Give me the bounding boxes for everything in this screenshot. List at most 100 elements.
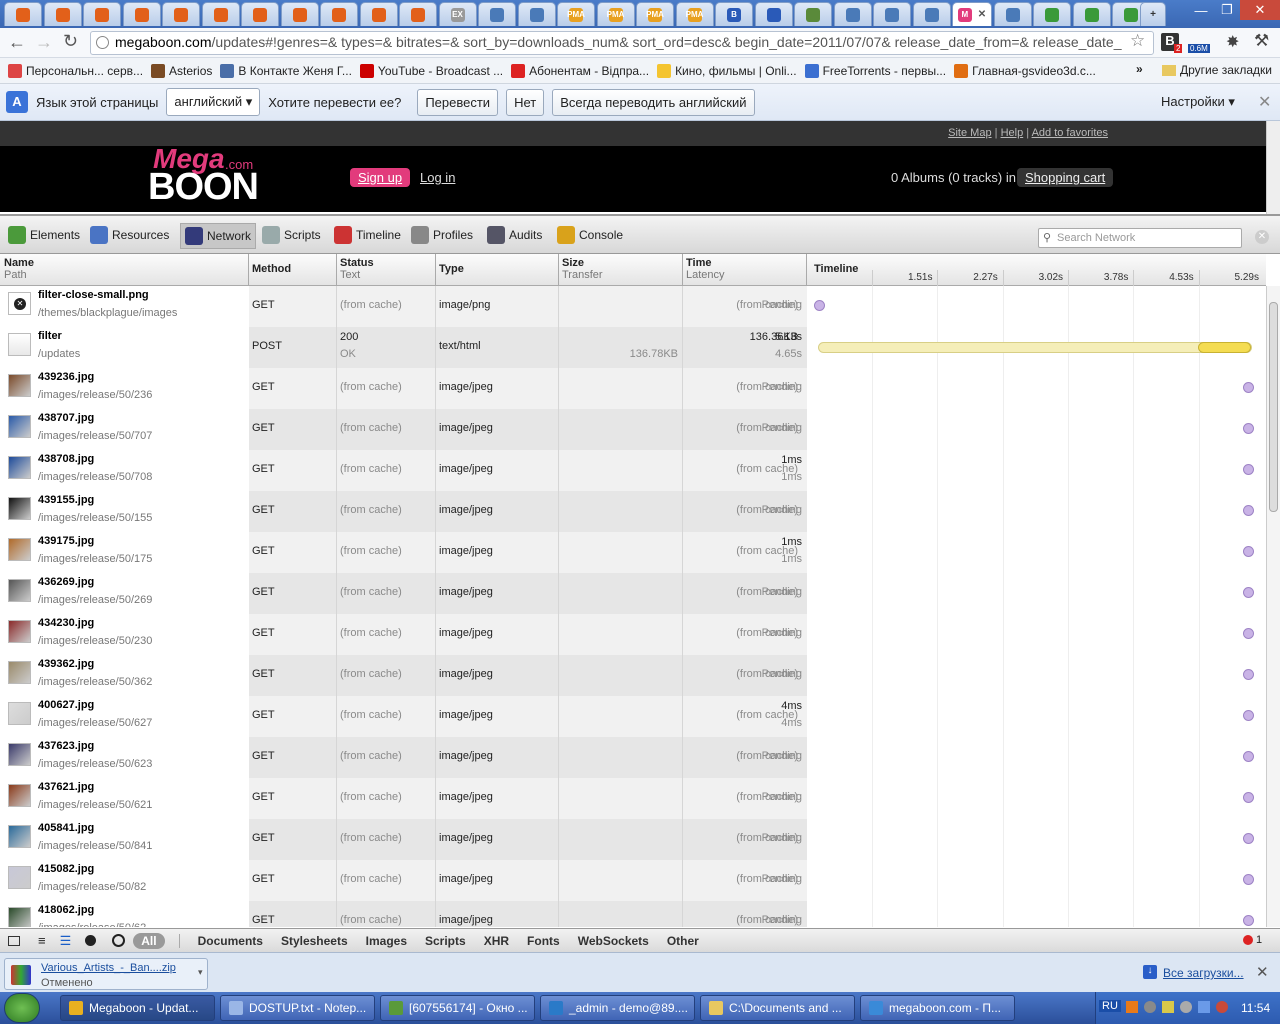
tab[interactable]: PMA: [675, 2, 714, 26]
site-link[interactable]: Help: [1001, 127, 1024, 139]
network-row[interactable]: 437623.jpg/images/release/50/623 GET (from…: [0, 737, 1266, 778]
tab[interactable]: [517, 2, 556, 26]
filter-other[interactable]: Other: [667, 934, 699, 948]
tab[interactable]: [4, 2, 42, 26]
column-method-header[interactable]: Method: [252, 263, 291, 275]
minimize-icon[interactable]: —: [1188, 0, 1214, 20]
large-rows-icon[interactable]: ☰: [60, 933, 72, 949]
tray-media-icon[interactable]: [1126, 1001, 1138, 1013]
restore-icon[interactable]: ❐: [1214, 0, 1240, 20]
tab[interactable]: [201, 2, 240, 26]
name-cell[interactable]: 439362.jpg/images/release/50/362: [0, 655, 249, 696]
console-toggle-icon[interactable]: ≡: [38, 933, 46, 948]
megaboon-logo[interactable]: Mega .com BOON: [148, 143, 280, 208]
name-cell[interactable]: 405841.jpg/images/release/50/841: [0, 819, 249, 860]
name-cell[interactable]: 437623.jpg/images/release/50/623: [0, 737, 249, 778]
reload-icon[interactable]: ↻: [63, 31, 78, 52]
scrollbar-thumb[interactable]: [1269, 302, 1278, 512]
all-downloads-link[interactable]: Все загрузки...: [1163, 966, 1244, 980]
chevron-down-icon[interactable]: ▾: [198, 967, 203, 978]
tray-security-icon[interactable]: [1216, 1001, 1228, 1013]
tab[interactable]: [122, 2, 161, 26]
network-row[interactable]: 439236.jpg/images/release/50/236 GET (from…: [0, 368, 1266, 409]
close-tab-icon[interactable]: ✕: [978, 9, 986, 20]
network-row[interactable]: filter/updates POST 200 OK text/html 136.36KB…: [0, 327, 1266, 368]
close-window-icon[interactable]: ✕: [1240, 0, 1280, 20]
network-row[interactable]: 437621.jpg/images/release/50/621 GET (from…: [0, 778, 1266, 819]
forward-icon[interactable]: →: [35, 32, 53, 53]
name-cell[interactable]: 439155.jpg/images/release/50/155: [0, 491, 249, 532]
wrench-icon[interactable]: ⚒: [1254, 31, 1269, 51]
address-bar[interactable]: megaboon.com/updates#!genres=& types=& b…: [90, 31, 1154, 55]
name-cell[interactable]: 438707.jpg/images/release/50/707: [0, 409, 249, 450]
close-devtools-icon[interactable]: ✕: [1255, 230, 1269, 244]
taskbar-button[interactable]: [607556174] - Окно ...: [380, 995, 535, 1021]
tab[interactable]: [873, 2, 911, 26]
language-select[interactable]: английский ▾: [166, 88, 261, 116]
tab[interactable]: [241, 2, 279, 26]
tab[interactable]: [833, 2, 872, 26]
name-cell[interactable]: 438708.jpg/images/release/50/708: [0, 450, 249, 491]
name-cell[interactable]: filter/updates: [0, 327, 249, 368]
site-link[interactable]: Site Map: [948, 127, 991, 139]
taskbar-button[interactable]: Megaboon - Updat...: [60, 995, 215, 1021]
name-cell[interactable]: 434230.jpg/images/release/50/230: [0, 614, 249, 655]
translate-button[interactable]: Перевести: [417, 88, 499, 116]
column-status-header[interactable]: Status Text: [340, 257, 374, 281]
name-cell[interactable]: 439236.jpg/images/release/50/236: [0, 368, 249, 409]
network-row[interactable]: 418062.jpg/images/release/50/62GET(from …: [0, 901, 1266, 927]
filter-stylesheets[interactable]: Stylesheets: [281, 934, 348, 948]
devtools-tab-scripts[interactable]: Scripts: [262, 226, 321, 244]
other-bookmarks[interactable]: Другие закладки: [1162, 63, 1272, 77]
filter-scripts[interactable]: Scripts: [425, 934, 466, 948]
tab[interactable]: [43, 2, 82, 26]
translate-settings[interactable]: Настройки ▾: [1161, 94, 1235, 110]
network-row[interactable]: 415082.jpg/images/release/50/82 GET (from …: [0, 860, 1266, 901]
devtools-tab-console[interactable]: Console: [557, 226, 623, 244]
name-cell[interactable]: 418062.jpg/images/release/50/62: [0, 901, 249, 927]
network-row[interactable]: 439362.jpg/images/release/50/362 GET (from…: [0, 655, 1266, 696]
tab-active[interactable]: M ✕: [952, 2, 992, 26]
tab[interactable]: [359, 2, 398, 26]
tray-monitor-icon[interactable]: [1198, 1001, 1210, 1013]
network-row[interactable]: 438708.jpg/images/release/50/708 GET (from…: [0, 450, 1266, 491]
no-translate-button[interactable]: Нет: [506, 88, 545, 116]
tab[interactable]: PMA: [557, 2, 595, 26]
tab[interactable]: [162, 2, 200, 26]
taskbar-button[interactable]: megaboon.com - П...: [860, 995, 1015, 1021]
tab[interactable]: EX: [438, 2, 477, 26]
site-link[interactable]: Add to favorites: [1032, 127, 1108, 139]
tab[interactable]: [1033, 2, 1071, 26]
back-icon[interactable]: ←: [8, 32, 26, 53]
tab[interactable]: [280, 2, 319, 26]
bookmark-item[interactable]: Кино, фильмы | Onli...: [657, 63, 797, 78]
filter-images[interactable]: Images: [366, 934, 407, 948]
close-shelf-icon[interactable]: ✕: [1256, 963, 1269, 981]
bookmark-item[interactable]: Персональн... серв...: [8, 63, 143, 78]
network-row[interactable]: 439155.jpg/images/release/50/155 GET (from…: [0, 491, 1266, 532]
language-indicator[interactable]: RU: [1099, 1000, 1121, 1012]
log-in-link[interactable]: Log in: [420, 170, 455, 185]
bookmark-item[interactable]: Абонентам - Відпра...: [511, 63, 649, 78]
shopping-cart-button[interactable]: Shopping cart: [1017, 168, 1114, 187]
devtools-tab-resources[interactable]: Resources: [90, 226, 169, 244]
filter-all[interactable]: All: [133, 932, 165, 949]
name-cell[interactable]: 439175.jpg/images/release/50/175: [0, 532, 249, 573]
network-row[interactable]: ✕ filter-close-small.png/themes/blackplag…: [0, 286, 1266, 327]
name-cell[interactable]: 415082.jpg/images/release/50/82: [0, 860, 249, 901]
column-name-header[interactable]: Name Path: [4, 257, 34, 281]
network-row[interactable]: 438707.jpg/images/release/50/707 GET (from…: [0, 409, 1266, 450]
extension-bug-icon[interactable]: ✸: [1226, 32, 1239, 52]
column-type-header[interactable]: Type: [439, 263, 464, 275]
error-counter[interactable]: 1: [1243, 934, 1262, 946]
page-scrollbar[interactable]: [1266, 121, 1280, 214]
devtools-tab-elements[interactable]: Elements: [8, 226, 80, 244]
tab[interactable]: PMA: [596, 2, 635, 26]
tab[interactable]: [478, 2, 516, 26]
tab[interactable]: [912, 2, 951, 26]
dock-icon[interactable]: [8, 935, 20, 946]
filter-documents[interactable]: Documents: [198, 934, 263, 948]
search-network-input[interactable]: ⚲ Search Network: [1038, 228, 1242, 248]
tab[interactable]: [794, 2, 832, 26]
always-translate-button[interactable]: Всегда переводить английский: [552, 88, 755, 116]
